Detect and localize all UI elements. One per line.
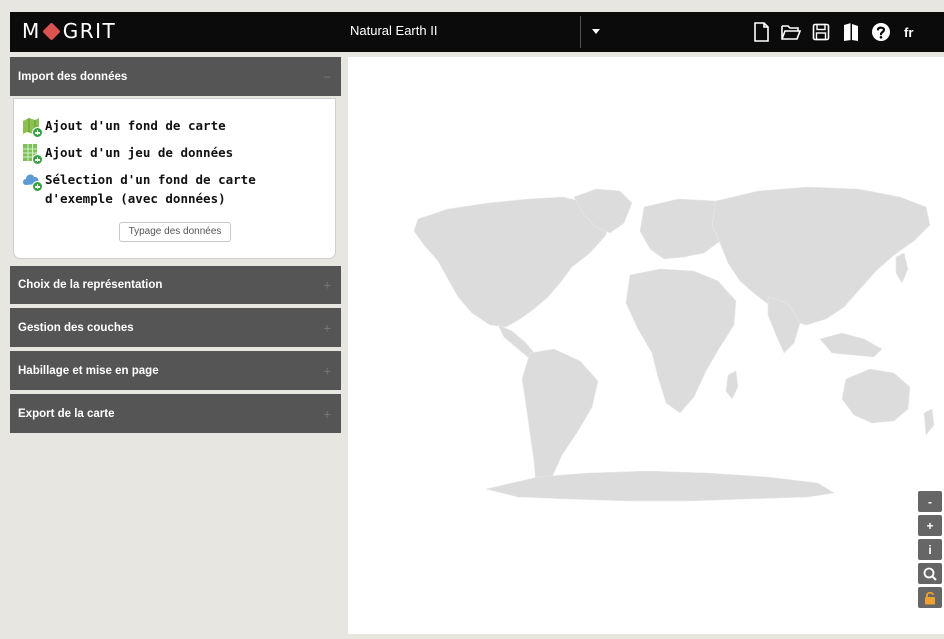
section-representation-title: Choix de la représentation bbox=[18, 279, 163, 291]
top-bar: M GRIT Natural Earth II fr bbox=[10, 12, 944, 52]
section-layers-title: Gestion des couches bbox=[18, 321, 134, 334]
world-map bbox=[413, 186, 935, 502]
app-logo: M GRIT bbox=[22, 19, 117, 43]
add-basemap-label: Ajout d'un fond de carte bbox=[45, 118, 226, 133]
land-asia bbox=[711, 186, 931, 326]
add-basemap-link[interactable]: Ajout d'un fond de carte bbox=[21, 116, 226, 138]
example-basemap-icon bbox=[21, 170, 43, 192]
section-layers-header[interactable]: Gestion des couches + bbox=[10, 308, 341, 347]
data-typing-button[interactable]: Typage des données bbox=[119, 222, 231, 242]
land-new-zealand bbox=[923, 408, 935, 436]
add-basemap-icon bbox=[21, 116, 43, 138]
land-madagascar bbox=[725, 370, 739, 400]
land-japan bbox=[895, 252, 909, 284]
language-selector[interactable]: fr bbox=[904, 25, 913, 40]
save-icon[interactable] bbox=[810, 21, 832, 43]
lock-button[interactable] bbox=[918, 587, 942, 608]
section-export-title: Export de la carte bbox=[18, 407, 115, 420]
example-basemap-link[interactable]: Sélection d'un fond de carte d'exemple (… bbox=[21, 170, 329, 208]
example-basemap-label: Sélection d'un fond de carte d'exemple (… bbox=[45, 172, 256, 206]
land-africa bbox=[625, 268, 737, 414]
info-button[interactable]: i bbox=[918, 539, 942, 560]
map-canvas[interactable] bbox=[348, 57, 944, 634]
land-southeast-asia bbox=[819, 332, 883, 358]
zoom-extent-button[interactable] bbox=[918, 563, 942, 584]
collapse-icon[interactable]: − bbox=[323, 69, 331, 84]
chevron-down-icon[interactable] bbox=[592, 29, 600, 34]
section-import-title: Import des données bbox=[18, 70, 128, 83]
zoom-in-button[interactable]: + bbox=[918, 515, 942, 536]
add-dataset-icon bbox=[21, 143, 43, 165]
expand-icon[interactable]: + bbox=[323, 320, 331, 335]
map-controls: - + i bbox=[918, 491, 942, 611]
expand-icon[interactable]: + bbox=[323, 363, 331, 378]
projection-selector[interactable]: Natural Earth II bbox=[350, 23, 437, 38]
open-folder-icon[interactable] bbox=[780, 21, 802, 43]
land-south-america bbox=[521, 348, 599, 494]
expand-icon[interactable]: + bbox=[323, 406, 331, 421]
lock-icon bbox=[925, 591, 935, 604]
add-dataset-label: Ajout d'un jeu de données bbox=[45, 145, 234, 160]
zoom-out-button[interactable]: - bbox=[918, 491, 942, 512]
land-north-america bbox=[413, 196, 611, 328]
section-layout-title: Habillage et mise en page bbox=[18, 364, 159, 377]
add-dataset-link[interactable]: Ajout d'un jeu de données bbox=[21, 143, 234, 165]
section-export-header[interactable]: Export de la carte + bbox=[10, 394, 341, 433]
expand-icon[interactable]: + bbox=[323, 278, 331, 293]
new-file-icon[interactable] bbox=[750, 21, 772, 43]
zoom-extent-icon bbox=[923, 567, 937, 581]
import-section-body: Ajout d'un fond de carte Ajout d'un jeu … bbox=[13, 98, 336, 259]
documentation-icon[interactable] bbox=[840, 21, 862, 43]
section-import-header[interactable]: Import des données − bbox=[10, 57, 341, 96]
land-australia bbox=[841, 368, 911, 424]
section-layout-header[interactable]: Habillage et mise en page + bbox=[10, 351, 341, 390]
help-icon[interactable] bbox=[870, 21, 892, 43]
projection-separator bbox=[580, 16, 581, 48]
section-representation-header[interactable]: Choix de la représentation + bbox=[10, 266, 341, 304]
